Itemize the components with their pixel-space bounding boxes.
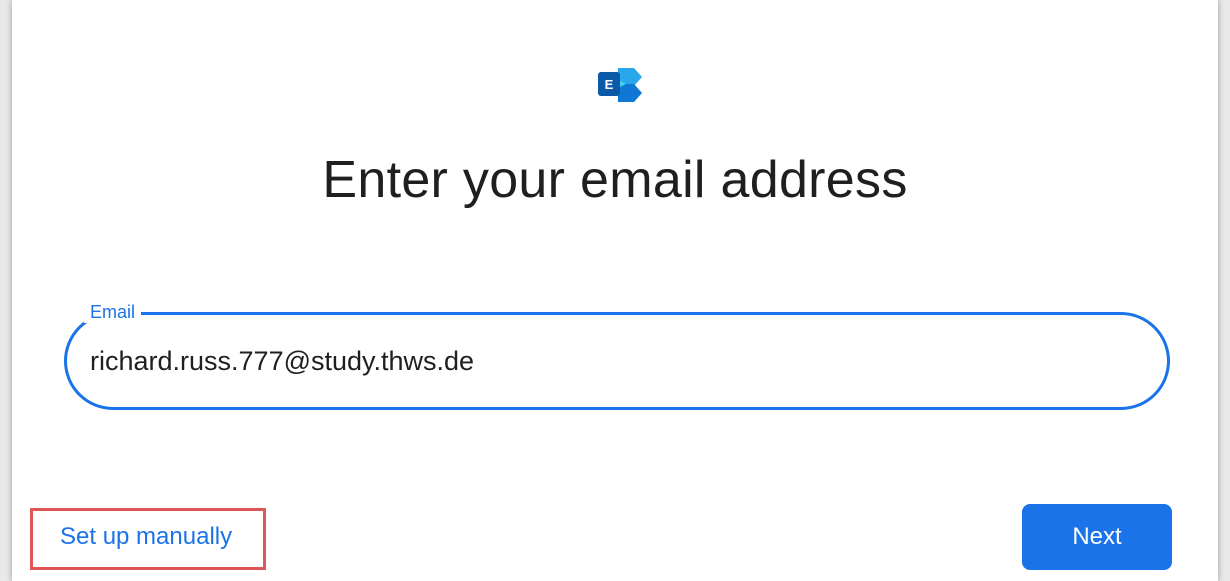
email-field-value[interactable]: richard.russ.777@study.thws.de <box>90 344 474 378</box>
page-title: Enter your email address <box>322 151 908 209</box>
device-frame: E Enter your email address Email richard… <box>0 0 1230 581</box>
exchange-logo-icon: E <box>596 64 644 104</box>
set-up-manually-link[interactable]: Set up manually <box>60 522 232 552</box>
logo-letter: E <box>605 77 614 92</box>
setup-screen: E Enter your email address Email richard… <box>12 0 1218 581</box>
next-button[interactable]: Next <box>1022 504 1172 570</box>
email-field-label: Email <box>84 301 142 323</box>
